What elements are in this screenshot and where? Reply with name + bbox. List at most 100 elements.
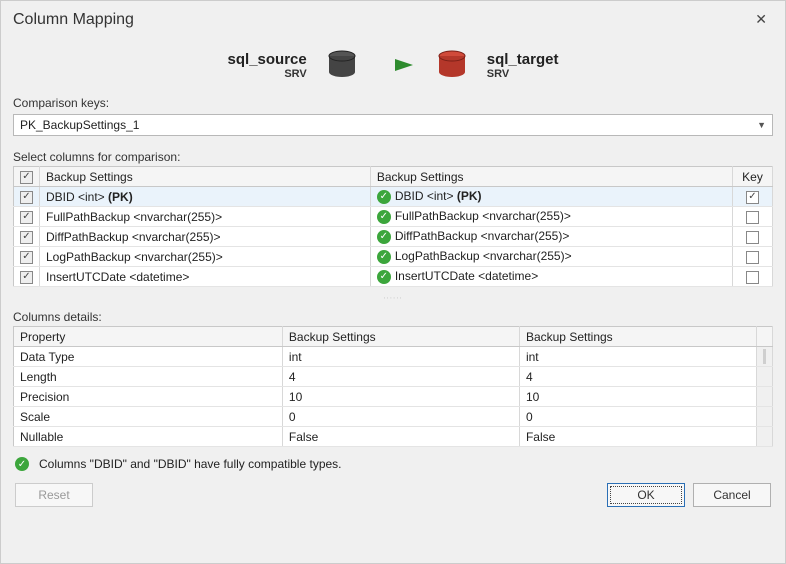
detail-property: Length	[14, 367, 283, 387]
detail-value: 0	[519, 407, 756, 427]
table-row[interactable]: ✓ LogPathBackup <nvarchar(255)> ✓ LogPathBa…	[14, 247, 773, 267]
dialog-title: Column Mapping	[13, 11, 134, 29]
detail-property: Data Type	[14, 347, 283, 367]
column-text: InsertUTCDate <datetime>	[46, 270, 189, 284]
detail-value: False	[519, 427, 756, 447]
scrollbar-track[interactable]	[757, 427, 773, 447]
column-text: DBID <int>	[46, 190, 108, 204]
checkbox-icon	[746, 231, 759, 244]
table-row: Data Typeintint	[14, 347, 773, 367]
detail-value: 4	[282, 367, 519, 387]
detail-value: int	[282, 347, 519, 367]
detail-value: False	[282, 427, 519, 447]
source-name: sql_source	[228, 51, 307, 68]
target-column: ✓ InsertUTCDate <datetime>	[370, 267, 732, 287]
detail-property: Scale	[14, 407, 283, 427]
source-db-icon	[325, 48, 359, 82]
row-checkbox[interactable]: ✓	[14, 227, 40, 247]
checkbox-icon: ✓	[20, 231, 33, 244]
column-text: LogPathBackup <nvarchar(255)>	[46, 250, 223, 264]
pk-label: (PK)	[457, 189, 482, 203]
checkbox-icon	[746, 251, 759, 264]
row-checkbox[interactable]: ✓	[14, 187, 40, 207]
columns-header-key[interactable]: Key	[733, 167, 773, 187]
cancel-button[interactable]: Cancel	[693, 483, 771, 507]
target-column: ✓ DBID <int> (PK)	[370, 187, 732, 207]
check-circle-icon: ✓	[377, 210, 391, 224]
key-checkbox[interactable]: ✓	[733, 187, 773, 207]
column-text: LogPathBackup <nvarchar(255)>	[395, 249, 572, 263]
table-row: Precision1010	[14, 387, 773, 407]
comparison-key-select[interactable]: PK_BackupSettings_1 ▼	[13, 114, 773, 136]
target-db-icon	[435, 48, 469, 82]
checkbox-icon: ✓	[746, 191, 759, 204]
ok-button[interactable]: OK	[607, 483, 685, 507]
checkbox-icon: ✓	[20, 271, 33, 284]
table-row[interactable]: ✓FullPathBackup <nvarchar(255)>✓FullPath…	[14, 207, 773, 227]
check-circle-icon: ✓	[377, 270, 391, 284]
source-column: DiffPathBackup <nvarchar(255)>	[40, 227, 371, 247]
table-row[interactable]: ✓DiffPathBackup <nvarchar(255)>✓DiffPath…	[14, 227, 773, 247]
scrollbar-track[interactable]	[757, 367, 773, 387]
columns-table: ✓ Backup Settings Backup Settings Key ✓D…	[13, 166, 773, 287]
checkbox-icon	[746, 211, 759, 224]
details-header-property[interactable]: Property	[14, 327, 283, 347]
column-text: DBID <int>	[395, 189, 457, 203]
splitter-handle[interactable]: ∙∙∙∙∙∙	[373, 293, 413, 302]
detail-value: 10	[519, 387, 756, 407]
scrollbar-track[interactable]	[757, 347, 773, 367]
target-label: sql_target SRV	[487, 51, 559, 80]
check-circle-icon: ✓	[377, 250, 391, 264]
row-checkbox[interactable]: ✓	[14, 207, 40, 227]
row-checkbox[interactable]: ✓	[14, 247, 40, 267]
compatibility-status: ✓ Columns "DBID" and "DBID" have fully c…	[1, 447, 785, 475]
comparison-keys-label: Comparison keys:	[1, 90, 785, 112]
detail-value: 10	[282, 387, 519, 407]
source-sub: SRV	[228, 68, 307, 80]
key-checkbox[interactable]	[733, 207, 773, 227]
columns-details-label: Columns details:	[1, 304, 785, 326]
scrollbar-track[interactable]	[757, 327, 773, 347]
detail-value: int	[519, 347, 756, 367]
key-checkbox[interactable]	[733, 227, 773, 247]
details-header-b[interactable]: Backup Settings	[519, 327, 756, 347]
compatibility-text: Columns "DBID" and "DBID" have fully com…	[39, 457, 342, 471]
columns-header-right[interactable]: Backup Settings	[370, 167, 732, 187]
detail-property: Precision	[14, 387, 283, 407]
checkbox-icon: ✓	[20, 191, 33, 204]
scrollbar-track[interactable]	[757, 387, 773, 407]
select-all-header[interactable]: ✓	[14, 167, 40, 187]
close-icon[interactable]: ✕	[749, 9, 773, 30]
source-column: InsertUTCDate <datetime>	[40, 267, 371, 287]
comparison-key-value: PK_BackupSettings_1	[20, 118, 139, 132]
table-row: NullableFalseFalse	[14, 427, 773, 447]
column-text: DiffPathBackup <nvarchar(255)>	[46, 230, 221, 244]
select-columns-label: Select columns for comparison:	[1, 144, 785, 166]
row-checkbox[interactable]: ✓	[14, 267, 40, 287]
key-checkbox[interactable]	[733, 267, 773, 287]
table-row[interactable]: ✓ InsertUTCDate <datetime> ✓ InsertUTCDate …	[14, 267, 773, 287]
target-column: ✓DiffPathBackup <nvarchar(255)>	[370, 227, 732, 247]
check-circle-icon: ✓	[377, 190, 391, 204]
dialog-titlebar: Column Mapping ✕	[1, 1, 785, 34]
target-name: sql_target	[487, 51, 559, 68]
checkbox-icon: ✓	[20, 211, 33, 224]
key-checkbox[interactable]	[733, 247, 773, 267]
column-text: FullPathBackup <nvarchar(255)>	[395, 209, 571, 223]
check-circle-icon: ✓	[15, 457, 29, 471]
table-row: Length44	[14, 367, 773, 387]
checkbox-icon: ✓	[20, 251, 33, 264]
target-column: ✓ FullPathBackup <nvarchar(255)>	[370, 207, 732, 227]
columns-header-left[interactable]: Backup Settings	[40, 167, 371, 187]
scrollbar-thumb[interactable]	[763, 349, 766, 364]
scrollbar-track[interactable]	[757, 407, 773, 427]
details-table: Property Backup Settings Backup Settings…	[13, 326, 773, 447]
table-row: Scale00	[14, 407, 773, 427]
reset-button[interactable]: Reset	[15, 483, 93, 507]
column-text: InsertUTCDate <datetime>	[395, 269, 538, 283]
table-row[interactable]: ✓ DBID <int> (PK) ✓ DBID <int> (PK) ✓	[14, 187, 773, 207]
mapping-diagram: sql_source SRV sql_target SRV	[1, 34, 785, 90]
details-header-a[interactable]: Backup Settings	[282, 327, 519, 347]
arrow-right-icon	[377, 55, 417, 75]
pk-label: (PK)	[108, 190, 133, 204]
